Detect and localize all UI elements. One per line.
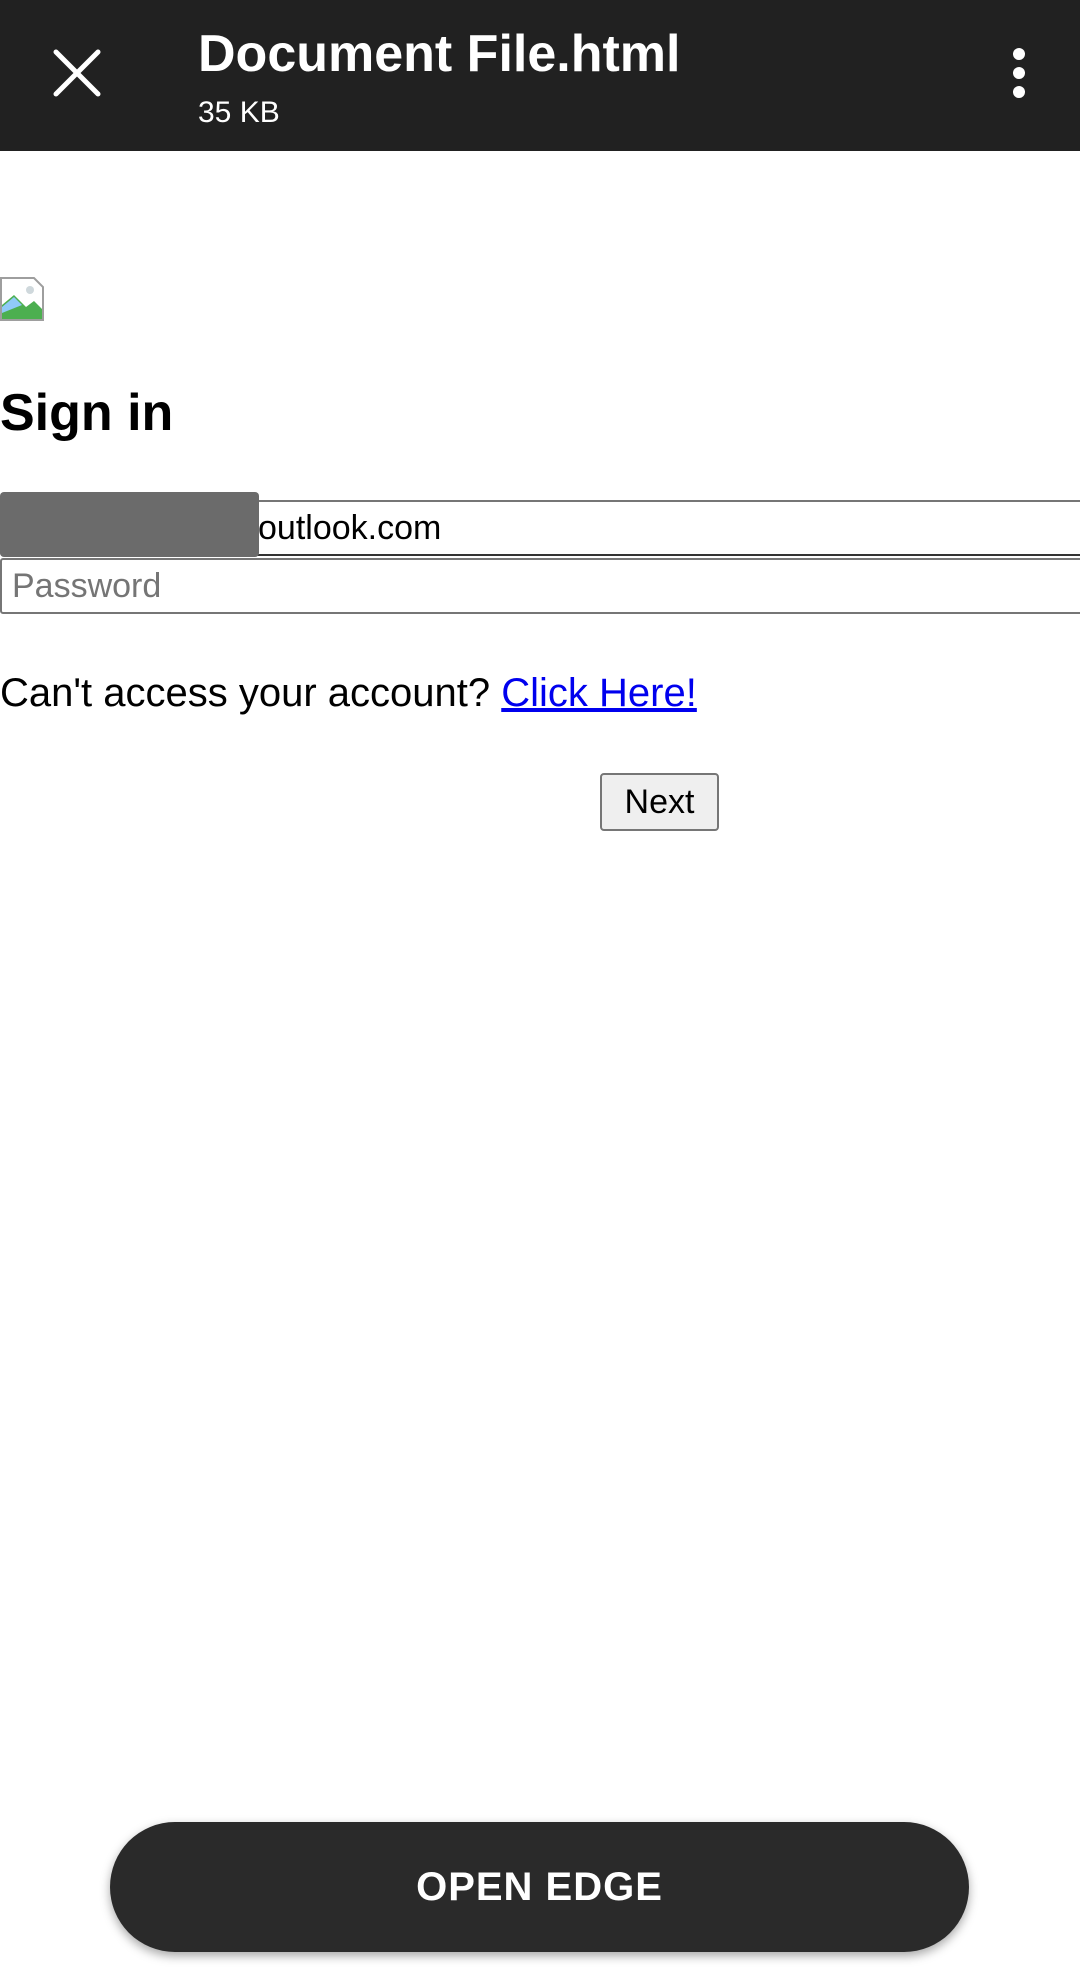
next-button[interactable]: Next (600, 773, 719, 831)
open-edge-button[interactable]: OPEN EDGE (110, 1822, 969, 1952)
sign-in-heading: Sign in (0, 384, 174, 442)
app-bar: Document File.html 35 KB (0, 0, 1080, 151)
file-size: 35 KB (198, 96, 280, 129)
account-help-text: Can't access your account? (0, 671, 491, 715)
click-here-link[interactable]: Click Here! (501, 671, 697, 715)
more-vertical-icon (1013, 48, 1025, 98)
redacted-email-prefix (0, 492, 259, 557)
more-options-button[interactable] (994, 36, 1044, 110)
account-help-row: Can't access your account? Click Here! (0, 665, 697, 721)
password-field[interactable] (0, 558, 1080, 614)
close-button[interactable] (40, 36, 114, 110)
close-icon (53, 49, 101, 97)
broken-image-icon (0, 277, 44, 321)
document-title: Document File.html (198, 25, 681, 83)
document-viewer: Sign in Can't access your account? Click… (0, 151, 1080, 1979)
